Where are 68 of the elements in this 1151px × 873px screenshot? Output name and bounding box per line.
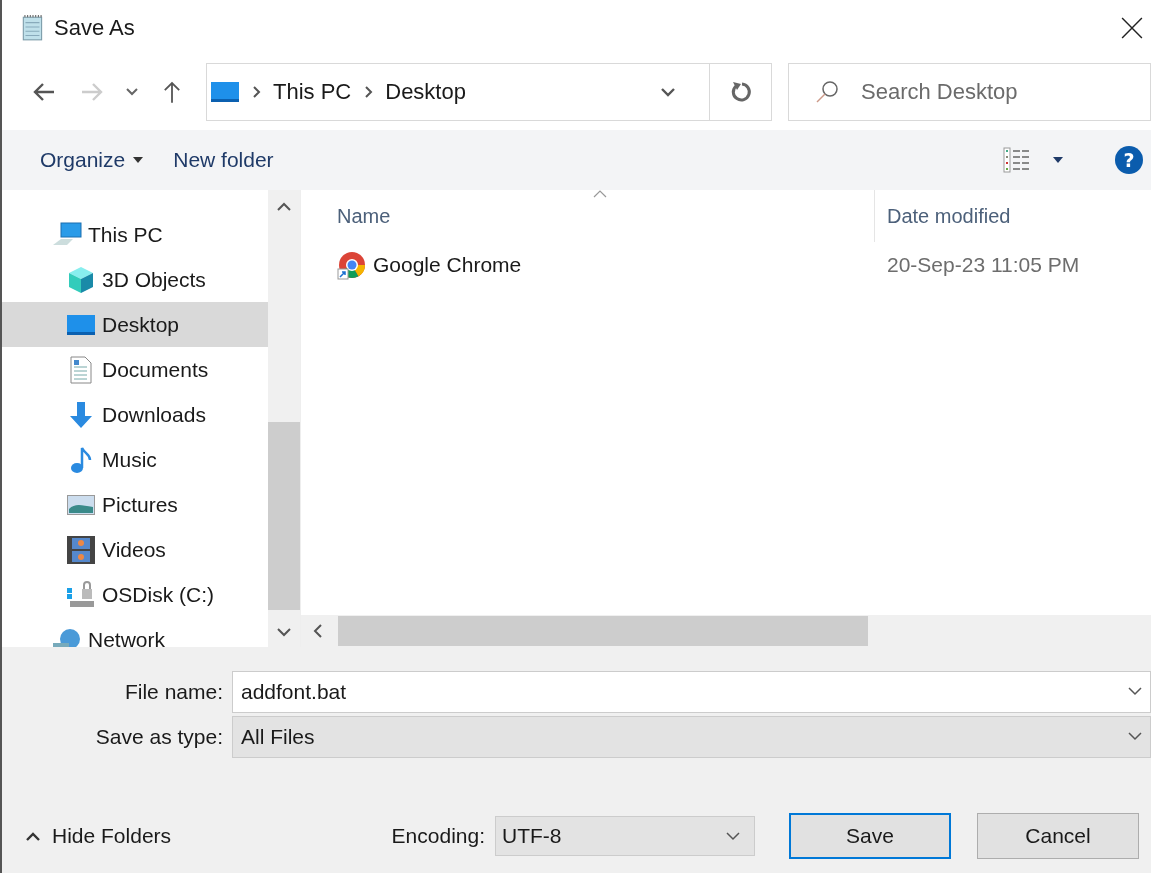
chevron-down-icon [1128,687,1142,696]
forward-arrow-icon [79,82,105,102]
help-button[interactable]: ? [1115,146,1143,174]
chevron-down-icon [126,88,138,96]
address-bar[interactable]: This PC Desktop [206,63,772,121]
hide-folders-button[interactable]: Hide Folders [26,824,172,848]
film-strip-icon [66,535,96,564]
scrollbar-thumb[interactable] [268,422,300,610]
chrome-shortcut-icon [337,250,367,280]
back-arrow-icon [31,82,57,102]
search-icon [815,80,839,104]
scroll-down-icon[interactable] [277,628,291,637]
up-arrow-icon [163,79,181,105]
landscape-image-icon [66,494,96,515]
chevron-right-icon [365,86,374,98]
sidebar-item[interactable]: Videos [2,527,268,572]
column-header[interactable]: Date modified [875,190,1151,242]
network-globe-icon [52,626,82,647]
sidebar-item[interactable]: Network [2,617,268,647]
drive-icon [66,580,96,609]
sidebar-item[interactable]: Desktop [2,302,268,347]
save-type-dropdown[interactable]: All Files [232,715,1151,758]
sidebar-item[interactable]: Documents [2,347,268,392]
vertical-scrollbar[interactable] [268,190,300,647]
sidebar-item[interactable]: This PC [2,212,268,257]
dialog-button[interactable]: Cancel [977,813,1139,859]
sidebar-item[interactable]: 3D Objects [2,257,268,302]
refresh-icon [729,81,752,103]
encoding-label: Encoding: [391,824,485,848]
sidebar-item[interactable]: Pictures [2,482,268,527]
encoding-dropdown[interactable]: UTF-8 [495,816,755,856]
close-icon [1121,17,1143,39]
new-folder-button[interactable]: New folder [173,148,274,172]
horizontal-scrollbar[interactable] [301,615,1151,647]
close-button[interactable] [1121,17,1143,39]
sidebar-item[interactable]: Downloads [2,392,268,437]
scrollbar-thumb[interactable] [338,616,868,646]
chevron-up-icon [26,831,40,841]
sort-ascending-icon [593,190,607,198]
dropdown-caret-icon [133,157,144,163]
file-row[interactable]: Google Chrome 20-Sep-23 11:05 PM [301,242,1151,288]
file-name: Google Chrome [373,253,522,277]
scroll-up-icon[interactable] [277,202,291,211]
desktop-icon [66,314,96,335]
breadcrumb-item[interactable]: This PC [273,79,352,105]
search-field[interactable]: Search Desktop [788,63,1151,121]
file-name-field[interactable]: addfont.bat [232,670,1151,713]
chevron-down-icon [1128,732,1142,741]
window-title: Save As [54,15,135,41]
scroll-left-icon[interactable] [313,624,322,638]
desktop-icon [211,82,239,102]
chevron-right-icon [253,86,261,98]
view-options-button[interactable] [1003,147,1063,173]
dialog-button[interactable]: Save [789,813,951,859]
sidebar-item[interactable]: OSDisk (C:) [2,572,268,617]
dropdown-caret-icon [1053,157,1063,163]
chevron-down-icon [726,831,740,841]
breadcrumb-item[interactable]: Desktop [385,79,466,105]
save-type-label: Save as type: [94,724,224,749]
organize-button[interactable]: Organize [40,148,144,172]
sidebar-item[interactable]: Music [2,437,268,482]
details-view-icon [1003,147,1031,173]
file-name-label: File name: [123,679,224,704]
column-header[interactable]: Name [301,190,875,242]
date-modified: 20-Sep-23 11:05 PM [887,253,1080,276]
chevron-down-icon[interactable] [661,87,675,97]
cube-icon [66,265,96,294]
computer-icon [52,221,82,248]
